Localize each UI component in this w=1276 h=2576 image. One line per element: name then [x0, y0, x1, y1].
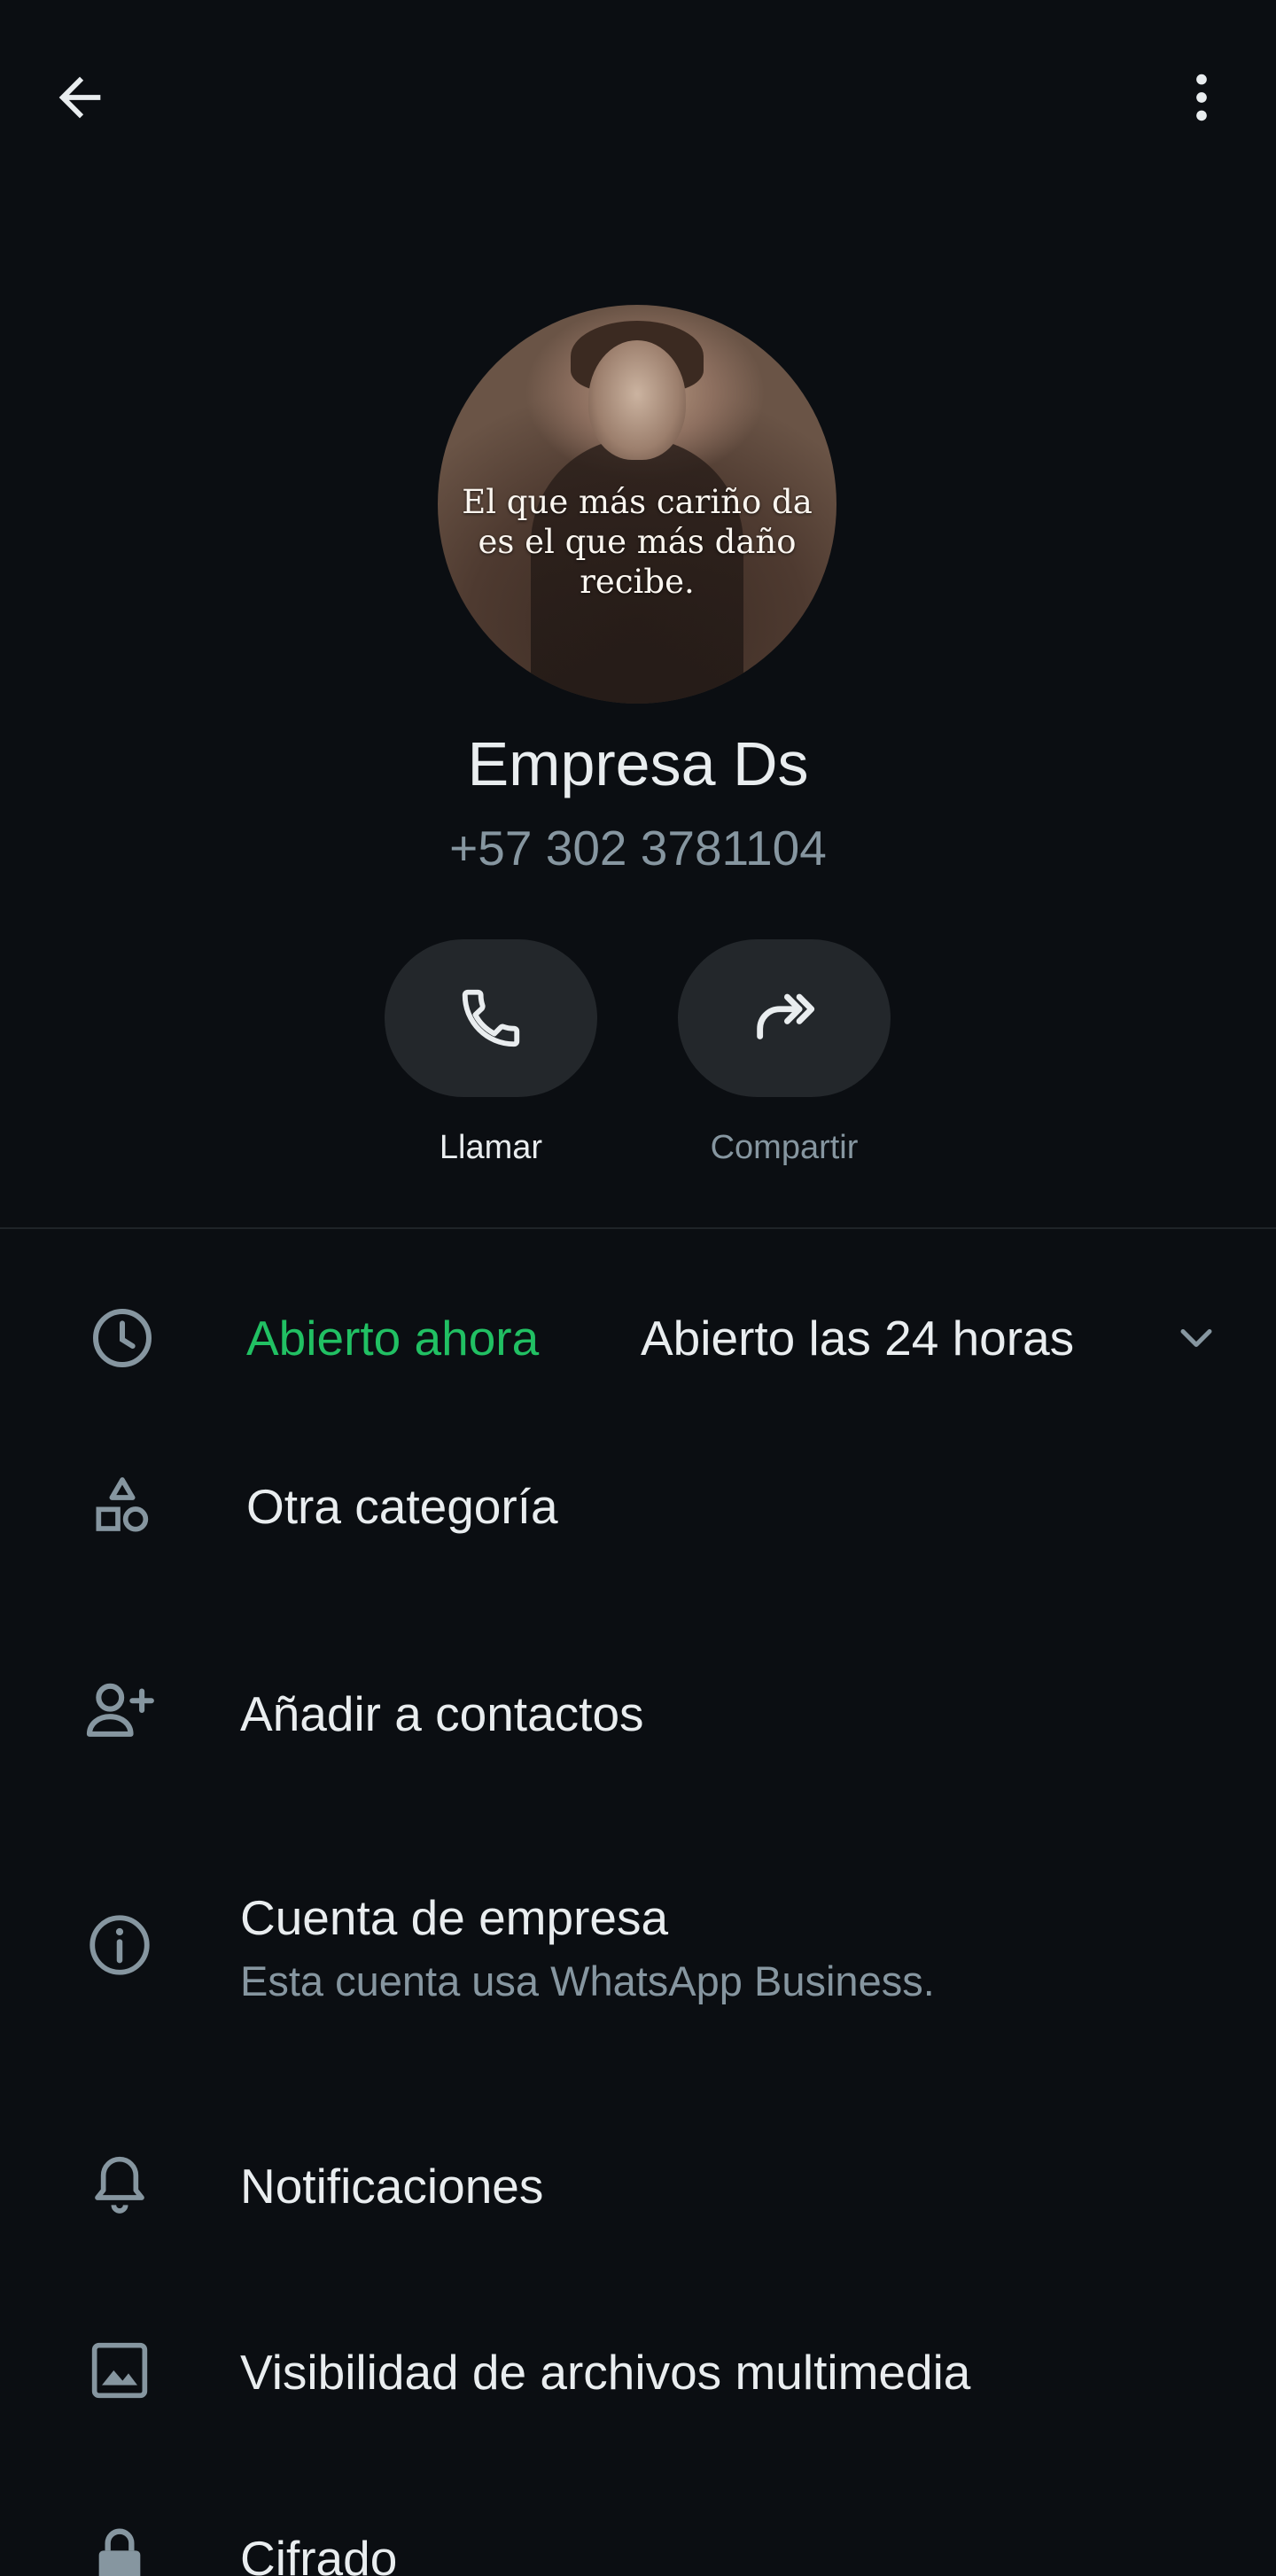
add-contact-row[interactable]: Añadir a contactos [0, 1666, 1276, 1755]
more-vertical-icon [1196, 74, 1207, 121]
contact-info-screen: El que más cariño da es el que más daño … [0, 0, 1276, 2576]
call-button[interactable] [385, 939, 597, 1097]
hours-text: Abierto las 24 horas [641, 1311, 1075, 1366]
category-shapes-icon [78, 1462, 167, 1551]
section-divider [0, 1227, 1276, 1229]
share-forward-icon [757, 993, 815, 1039]
media-visibility-text: Visibilidad de archivos multimedia [240, 2345, 971, 2400]
share-label: Compartir [710, 1129, 859, 1166]
profile-phone: +57 302 3781104 [449, 821, 827, 876]
notifications-row[interactable]: Notificaciones [0, 2140, 1276, 2229]
clock-icon [78, 1294, 167, 1382]
back-button[interactable] [35, 53, 124, 142]
business-account-subtitle: Esta cuenta usa WhatsApp Business. [240, 1957, 935, 2004]
notifications-text: Notificaciones [240, 2159, 544, 2214]
more-options-button[interactable] [1157, 53, 1246, 142]
encryption-text: Cifrado [240, 2531, 398, 2576]
call-action[interactable]: Llamar [385, 939, 597, 1167]
open-status: Abierto ahora [246, 1311, 540, 1366]
category-text: Otra categoría [246, 1479, 558, 1534]
bell-icon [75, 2140, 164, 2229]
profile-name: Empresa Ds [467, 729, 809, 798]
share-action[interactable]: Compartir [678, 939, 891, 1167]
add-person-icon [75, 1666, 164, 1755]
lock-icon [75, 2512, 164, 2576]
business-account-title: Cuenta de empresa [240, 1890, 669, 1945]
media-visibility-row[interactable]: Visibilidad de archivos multimedia [0, 2326, 1276, 2415]
chevron-down-icon[interactable] [1152, 1294, 1241, 1382]
business-hours-row[interactable]: Abierto ahora Abierto las 24 horas [0, 1294, 1276, 1382]
avatar-head [588, 340, 686, 460]
image-icon [75, 2326, 164, 2415]
call-label: Llamar [439, 1129, 543, 1166]
avatar-quote-text: El que más cariño da es el que más daño … [462, 483, 813, 601]
profile-avatar[interactable]: El que más cariño da es el que más daño … [438, 305, 836, 704]
arrow-left-icon [58, 76, 101, 119]
share-button[interactable] [678, 939, 891, 1097]
phone-icon [462, 989, 520, 1047]
business-account-row[interactable]: Cuenta de empresa Esta cuenta usa WhatsA… [0, 1879, 1276, 2012]
add-contact-text: Añadir a contactos [240, 1686, 644, 1741]
encryption-row[interactable]: Cifrado [0, 2512, 1276, 2576]
category-row: Otra categoría [0, 1462, 1276, 1551]
info-icon [75, 1901, 164, 1989]
